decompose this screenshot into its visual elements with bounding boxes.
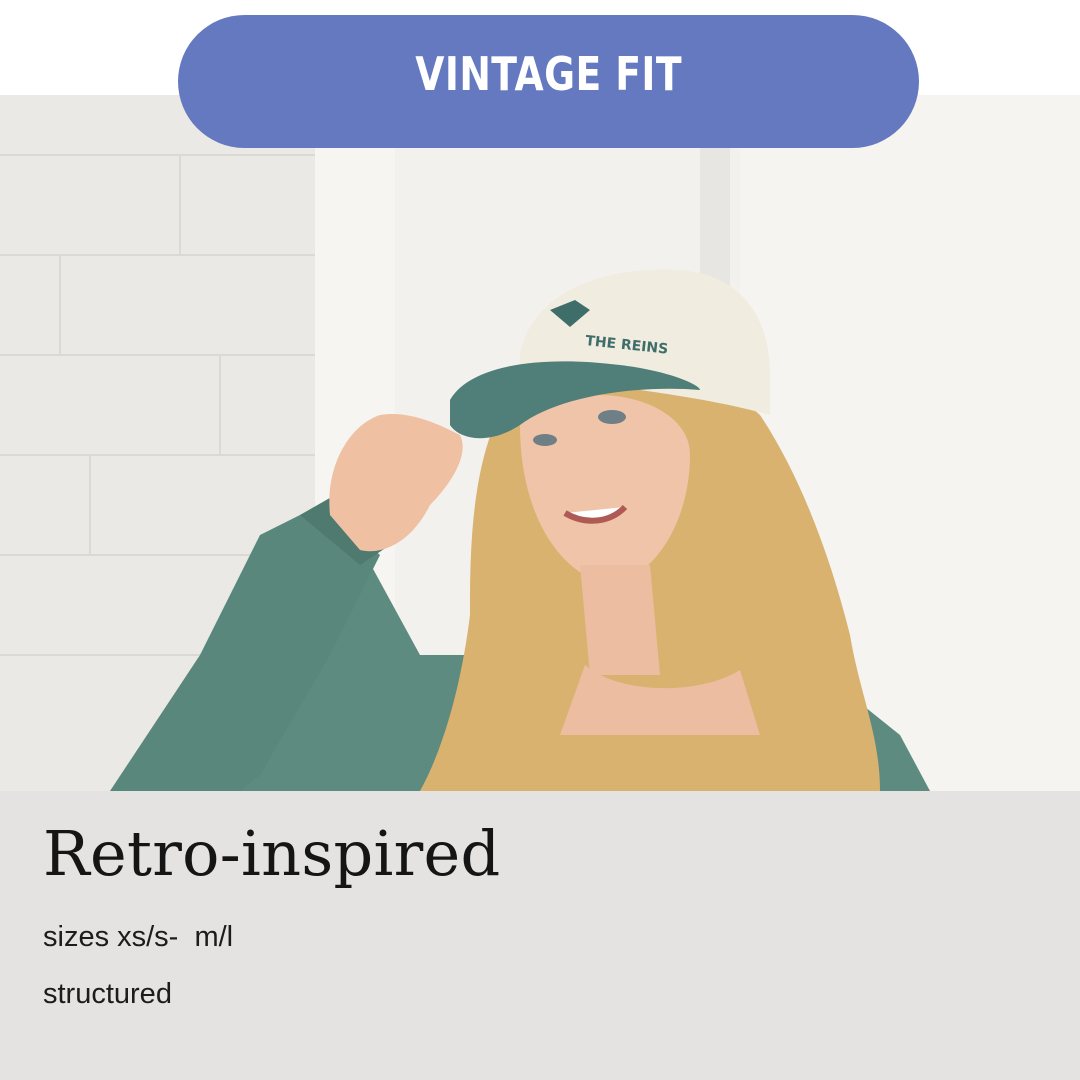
badge-label: VINTAGE FIT bbox=[415, 46, 682, 101]
product-structure: structured bbox=[43, 978, 172, 1010]
vintage-fit-badge: VINTAGE FIT bbox=[178, 15, 919, 148]
product-photo: THE REINS bbox=[0, 95, 1080, 791]
product-title: Retro-inspired bbox=[43, 817, 501, 890]
product-sizes: sizes xs/s- m/l bbox=[43, 921, 234, 953]
